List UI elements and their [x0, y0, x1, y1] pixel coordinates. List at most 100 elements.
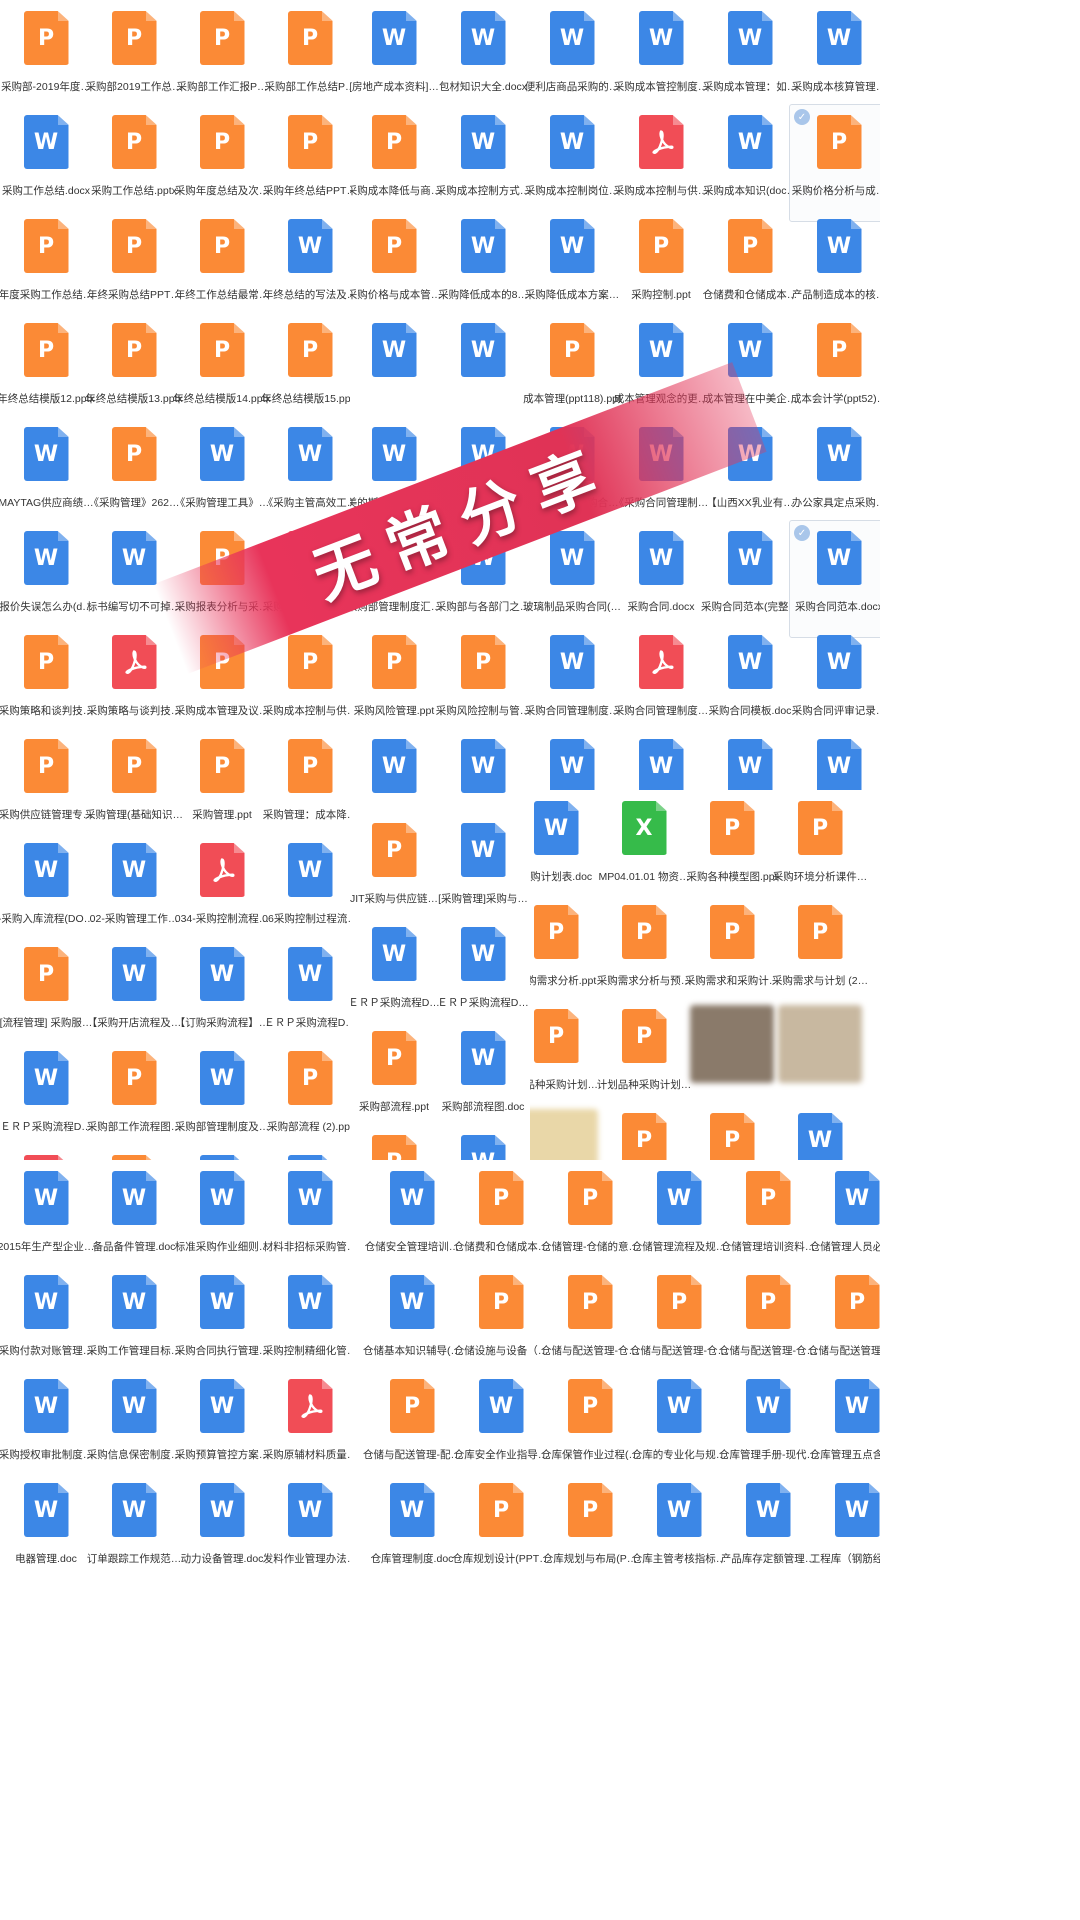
file-item[interactable]: W ＥＲＰ采购流程D…: [350, 916, 444, 1034]
file-item[interactable]: W 采购付款对账管理…: [0, 1264, 96, 1382]
file-item[interactable]: P: [84, 1144, 184, 1160]
file-item[interactable]: W 材料非招标采购管…: [260, 1160, 350, 1278]
file-item[interactable]: [770, 998, 870, 1116]
file-item[interactable]: P 采购价格与成本管…: [350, 208, 444, 326]
file-item[interactable]: P 仓库规划设计(PPT…: [451, 1472, 551, 1580]
file-item[interactable]: W: [433, 312, 533, 430]
selected-check-icon[interactable]: ✓: [794, 109, 810, 125]
file-item[interactable]: W ＥＲＰ采购流程D…: [433, 916, 530, 1034]
file-item[interactable]: W: [260, 1144, 350, 1160]
file-item[interactable]: W 02-采购管理工作…: [84, 832, 184, 950]
file-item[interactable]: P 仓储与配送管理-仓…: [540, 1264, 640, 1382]
file-item[interactable]: P 采购管理：成本降…: [260, 728, 350, 846]
file-item[interactable]: W 采购成本管控制度…: [611, 0, 711, 118]
file-item[interactable]: P 仓储设施与设备（…: [451, 1264, 551, 1382]
file-item[interactable]: 采购成本控制与供…: [611, 104, 711, 222]
file-item[interactable]: P 仓储与配送管理-仓…: [718, 1264, 818, 1382]
file-item[interactable]: W 订单跟踪工作规范…: [84, 1472, 184, 1580]
file-item[interactable]: W 采购信息保密制度…: [84, 1368, 184, 1486]
file-item[interactable]: [682, 998, 782, 1116]
file-item[interactable]: W 仓库管理手册-现代…: [718, 1368, 818, 1486]
file-item[interactable]: P 仓储管理培训资料…: [718, 1160, 818, 1278]
file-item[interactable]: W采购管理：节流也…: [350, 728, 444, 800]
file-item[interactable]: W ＥＲＰ采购流程D…: [260, 936, 350, 1054]
file-item[interactable]: W 采购合同执行管理…: [172, 1264, 272, 1382]
file-item[interactable]: W 电器管理.doc: [0, 1472, 96, 1580]
file-item[interactable]: P 采购年度总结及次…: [172, 104, 272, 222]
file-item[interactable]: P 仓储费和仓储成本…: [451, 1160, 551, 1278]
file-item[interactable]: W 采购成本核算管理…: [789, 0, 880, 118]
file-item[interactable]: W: [172, 1144, 272, 1160]
file-item[interactable]: W采购管理标准.docx: [433, 728, 533, 800]
file-item[interactable]: W 工程库（钢筋经验…: [807, 1472, 880, 1580]
file-item[interactable]: W 报价失误怎么办(d…: [0, 520, 96, 638]
file-item[interactable]: P 采购需求与计划 (2…: [770, 894, 870, 1012]
file-item[interactable]: W 仓库管理五点含义…: [807, 1368, 880, 1486]
file-item[interactable]: 采购策略与谈判技…: [84, 624, 184, 742]
file-item[interactable]: W 办公家具定点采购…: [789, 416, 880, 534]
file-item[interactable]: P 采购部流程 (2).ppt: [260, 1040, 350, 1158]
file-item[interactable]: P 年终工作总结最常…: [172, 208, 272, 326]
file-item[interactable]: W 采购成本控制方式…: [433, 104, 533, 222]
file-item[interactable]: P 采购部工作流程图…: [84, 1040, 184, 1158]
file-item[interactable]: W [采购管理]采购与…: [433, 812, 530, 930]
file-item[interactable]: P 年终总结模版13.pptx: [84, 312, 184, 430]
file-item[interactable]: W 标准采购作业细则…: [172, 1160, 272, 1278]
file-item[interactable]: W [房地产成本资料]…: [350, 0, 444, 118]
file-item[interactable]: P 仓库保管作业过程(…: [540, 1368, 640, 1486]
file-item[interactable]: W 采购合同.docx: [611, 520, 711, 638]
file-item[interactable]: P 年度采购工作总结…: [0, 208, 96, 326]
file-item[interactable]: P 仓储与配送管理-仓…: [629, 1264, 729, 1382]
file-item[interactable]: P 采购控制.ppt: [611, 208, 711, 326]
file-item[interactable]: W 《采购管理工具》…: [172, 416, 272, 534]
file-item[interactable]: P 仓储与配送管理-仓…: [807, 1264, 880, 1382]
file-item[interactable]: W 年终总结的写法及…: [260, 208, 350, 326]
file-item[interactable]: P 《采购管理》262…: [84, 416, 184, 534]
file-item[interactable]: W 包材知识大全.docx: [433, 0, 533, 118]
file-item[interactable]: W 采购工作总结.docx: [0, 104, 96, 222]
file-item[interactable]: P 年终总结模版12.pptx: [0, 312, 96, 430]
file-item[interactable]: P 采购部-2019年度…: [0, 0, 96, 118]
file-item[interactable]: W 采购合同范本(完整…: [700, 520, 800, 638]
file-item[interactable]: W 采购合同评审记录…: [789, 624, 880, 742]
file-item[interactable]: W MAYTAG供应商绩…: [0, 416, 96, 534]
file-item[interactable]: W: [350, 312, 444, 430]
file-item[interactable]: P 采购年终总结PPT…: [260, 104, 350, 222]
file-item[interactable]: P 采购策略和谈判技…: [0, 624, 96, 742]
file-item[interactable]: P 采购需求和采购计…: [682, 894, 782, 1012]
file-item[interactable]: P JIT采购与供应链…: [350, 812, 444, 930]
file-item[interactable]: 采购合同管理制度…: [611, 624, 711, 742]
file-item[interactable]: P 成本会计学(ppt52)…: [789, 312, 880, 430]
file-item[interactable]: W ＥＲＰ采购流程D…: [0, 1040, 96, 1158]
file-item[interactable]: P 采购部工作总结P…: [260, 0, 350, 118]
file-item[interactable]: P 采购部工作汇报P…: [172, 0, 272, 118]
file-item[interactable]: W 仓库管理制度.doc: [362, 1472, 462, 1580]
file-item[interactable]: W 采购部流程图.doc: [433, 1020, 530, 1138]
file-item[interactable]: ✓ W 采购合同范本.docx: [789, 520, 880, 638]
file-item[interactable]: W 仓储安全管理培训…: [362, 1160, 462, 1278]
file-item[interactable]: W 【采购开店流程及…: [84, 936, 184, 1054]
file-item[interactable]: W 采购成本控制岗位…: [522, 104, 622, 222]
file-item[interactable]: P 采购部2019工作总…: [84, 0, 184, 118]
file-item[interactable]: [0, 1144, 96, 1160]
file-item[interactable]: W 采购部管理制度及…: [172, 1040, 272, 1158]
file-item[interactable]: X MP04.01.01 物资…: [594, 790, 694, 908]
file-item[interactable]: W 便利店商品采购的…: [522, 0, 622, 118]
file-item[interactable]: W 2015年生产型企业…: [0, 1160, 96, 1278]
file-item[interactable]: W 仓库安全作业指导…: [451, 1368, 551, 1486]
file-item[interactable]: 采购原辅材料质量…: [260, 1368, 350, 1486]
file-item[interactable]: P 年终采购总结PPT…: [84, 208, 184, 326]
file-item[interactable]: W 采购降低成本方案…: [522, 208, 622, 326]
file-item[interactable]: W 仓库主管考核指标…: [629, 1472, 729, 1580]
file-item[interactable]: P 采购工作总结.pptx: [84, 104, 184, 222]
file-item[interactable]: W 动力设备管理.doc: [172, 1472, 272, 1580]
file-item[interactable]: W 采购合同管理制度…: [522, 624, 622, 742]
file-item[interactable]: W 产品制造成本的核…: [789, 208, 880, 326]
file-item[interactable]: P 采购环境分析课件…: [770, 790, 870, 908]
file-item[interactable]: W 备品备件管理.doc: [84, 1160, 184, 1278]
file-item[interactable]: P 采购成本降低与商…: [350, 104, 444, 222]
file-item[interactable]: W 采购预算管控方案…: [172, 1368, 272, 1486]
file-item[interactable]: P 采购管理(基础知识…: [84, 728, 184, 846]
file-item[interactable]: W 采购成本知识(doc…: [700, 104, 800, 222]
file-item[interactable]: P 采购成本控制与供…: [260, 624, 350, 742]
